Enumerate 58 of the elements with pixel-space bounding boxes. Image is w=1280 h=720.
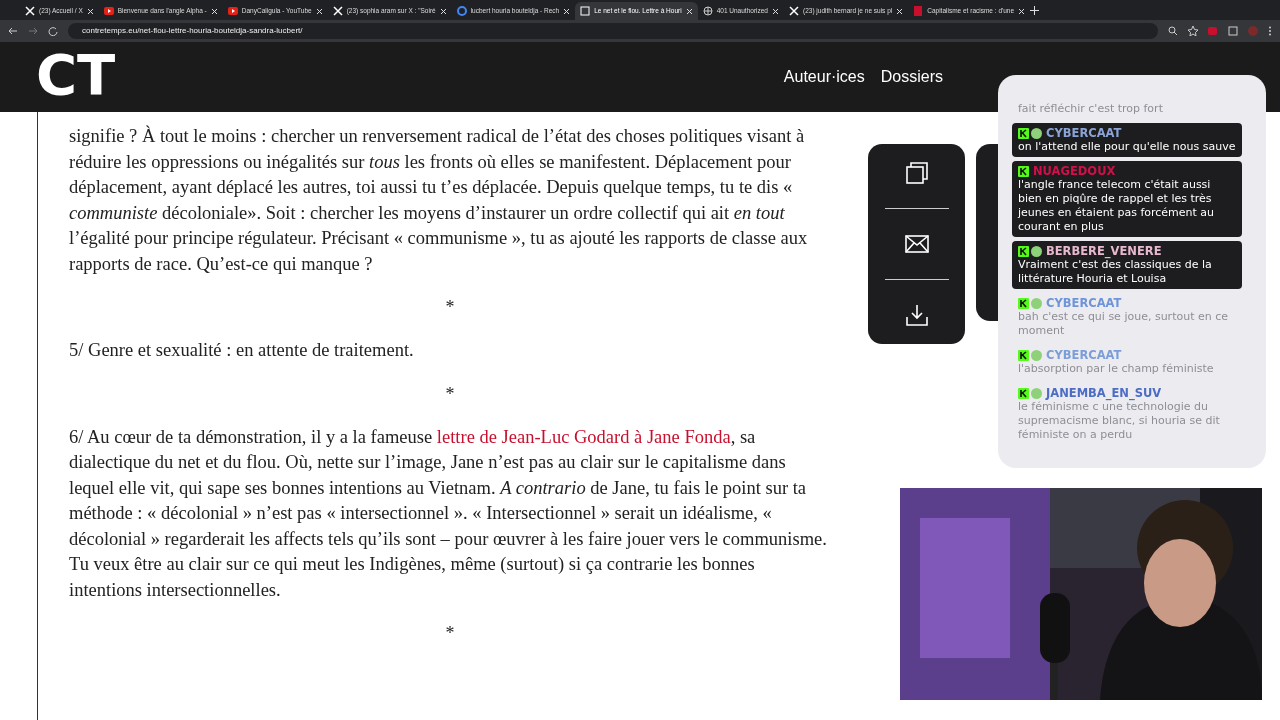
nav-link[interactable]: Auteur·ices — [783, 68, 865, 86]
close-icon[interactable] — [772, 7, 779, 15]
close-icon[interactable] — [563, 7, 571, 15]
copy-icon[interactable] — [904, 161, 929, 186]
section-separator: * — [444, 297, 456, 318]
download-icon[interactable] — [904, 302, 929, 327]
chat-message: l'absorption par le champ féministe — [1018, 362, 1215, 376]
zoom-icon[interactable] — [1168, 26, 1178, 36]
new-tab-icon[interactable] — [1030, 5, 1040, 15]
x-icon — [332, 6, 343, 16]
reload-icon[interactable] — [48, 26, 58, 36]
forward-icon[interactable] — [28, 26, 38, 36]
back-icon[interactable] — [8, 26, 18, 36]
k-badge-icon — [1018, 387, 1029, 399]
google-icon — [456, 6, 467, 16]
article-link[interactable]: lettre de Jean-Luc Godard à Jane Fonda — [436, 426, 731, 447]
play-icon — [227, 6, 238, 16]
username: CYBERCAAT — [1046, 126, 1122, 140]
chat-message: on l'attend elle pour qu'elle nous sauve — [1018, 140, 1236, 154]
k-badge-icon — [1018, 165, 1029, 177]
chat-message: fait réfléchir c'est trop fort — [1018, 102, 1164, 116]
paragraph: signifie ? À tout le moins : chercher un renversement radical de l’état des choses politiques visant à réduire les oppressions ou inégalités sur tous les fronts où elles se manifestent. Déplacement pour déplacement, ayant déplacé les autres, toi aussi tu t’es déplacée. Depuis quelque temps, tu te dis « communiste décoloniale». Soit : chercher les moyens d’instaurer un ordre collectif qui ait en tout l’égalité pour principe régulateur. Précisant « communisme », tu as ajouté les rapports de classe aux rapports de race. Qu’est-ce qui manque ? — [69, 124, 809, 276]
chat-message: Vraiment c'est des classiques de la littérature Houria et Louisa — [1018, 258, 1213, 286]
username: CYBERCAAT — [1046, 296, 1122, 310]
k-badge-icon — [1018, 349, 1029, 361]
close-icon[interactable] — [1018, 7, 1026, 15]
close-icon[interactable] — [210, 7, 218, 15]
address-bar[interactable]: contretemps.eu/net-flou-lettre-houria-bouteldja-sandra-lucbert/ — [68, 23, 1158, 39]
section-separator: * — [444, 383, 456, 405]
close-icon[interactable] — [685, 7, 693, 15]
mail-icon[interactable] — [904, 232, 929, 256]
paragraph: 5/ Genre et sexualité : en attente de traitement. — [69, 339, 415, 362]
username: JANEMBA_EN_SUV — [1046, 386, 1162, 400]
close-icon[interactable] — [439, 7, 447, 15]
username: CYBERCAAT — [1046, 348, 1122, 362]
close-icon[interactable] — [896, 7, 904, 15]
username: BERBERE_VENERE — [1046, 244, 1162, 258]
close-icon[interactable] — [86, 7, 94, 15]
menu-icon[interactable] — [1268, 26, 1272, 36]
site-logo[interactable]: CT — [36, 47, 116, 103]
globe-icon — [702, 6, 713, 16]
x-icon — [25, 6, 35, 16]
chat-message: bah c'est ce qui se joue, surtout en ce moment — [1018, 310, 1229, 338]
page-icon — [580, 6, 591, 16]
close-icon[interactable] — [315, 7, 323, 15]
k-badge-icon — [1018, 127, 1029, 139]
chat-message: l'angle france telecom c'était aussi bien en piqûre de rappel et les très jeunes en étaient pas forcément au courant en plus — [1018, 178, 1216, 234]
section-separator: * — [444, 623, 456, 644]
username: NUAGEDOUX — [1033, 164, 1116, 178]
paragraph: 6/ Au cœur de ta démonstration, il y a la fameuse lettre de Jean-Luc Godard à Jane Fonda, sa dialectique du net et du flou. Où, nette sur l’image, Jane n’est pas au clair sur le capitalisme dans lequel elle vit, qui sape ses bonnes intentions au Vietnam. A contrario de Jane, tu fais le point sur ta méthode : « décolonial » n’est pas « intersectionnel ». « Intersectionnel » serait un idéalisme, « décolonial » regarderait les affects tels qu’ils sont – pour œuvrer à les faire jouer vers le communisme. Tu veux être au clair sur ce qui meut les Indigènes, même (surtout) si ça contrarie les bonnes intentions intersectionnelles. — [69, 425, 828, 602]
x-icon — [789, 6, 799, 16]
nav-link[interactable]: Dossiers — [880, 68, 943, 86]
play-icon — [103, 6, 114, 16]
chat-message: le féminisme c une technologie du supremacisme blanc, si houria se dit féministe on a perdu — [1018, 400, 1221, 442]
k-badge-icon — [1018, 297, 1029, 309]
star-icon[interactable] — [1188, 26, 1198, 36]
document-icon — [913, 6, 924, 16]
k-badge-icon — [1018, 245, 1029, 257]
